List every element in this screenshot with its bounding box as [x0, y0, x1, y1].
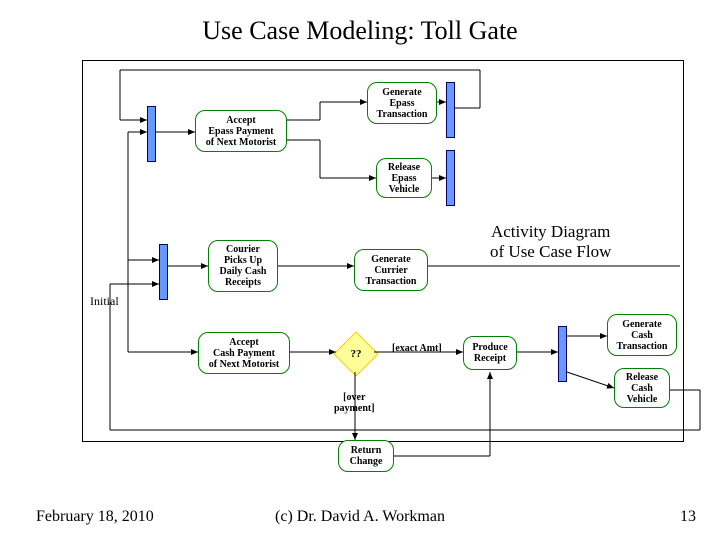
page-title: Use Case Modeling: Toll Gate [0, 16, 720, 46]
node-produce-receipt: Produce Receipt [463, 336, 517, 370]
initial-label: Initial [90, 294, 119, 309]
node-gen-cash-tx: Generate Cash Transaction [607, 314, 677, 356]
node-release-epass: Release Epass Vehicle [376, 158, 432, 198]
sync-bar [159, 244, 168, 300]
node-accept-cash: Accept Cash Payment of Next Motorist [198, 332, 290, 374]
decision-label: ?? [341, 339, 371, 369]
node-return-change: Return Change [338, 440, 394, 472]
node-accept-epass: Accept Epass Payment of Next Motorist [195, 110, 287, 152]
sync-bar [147, 106, 156, 162]
sync-bar [558, 326, 567, 382]
node-courier: Courier Picks Up Daily Cash Receipts [208, 240, 278, 292]
footer-pagenum: 13 [680, 508, 696, 526]
sync-bar [446, 150, 455, 206]
guard-over: [over payment] [334, 392, 375, 414]
node-release-cash: Release Cash Vehicle [614, 368, 670, 408]
footer-copyright: (c) Dr. David A. Workman [0, 508, 720, 526]
guard-exact: [exact Amt] [392, 343, 442, 354]
sync-bar [446, 82, 455, 138]
node-gen-currier: Generate Currier Transaction [354, 249, 428, 291]
annotation: Activity Diagram of Use Case Flow [490, 222, 611, 263]
node-gen-epass-tx: Generate Epass Transaction [367, 82, 437, 124]
